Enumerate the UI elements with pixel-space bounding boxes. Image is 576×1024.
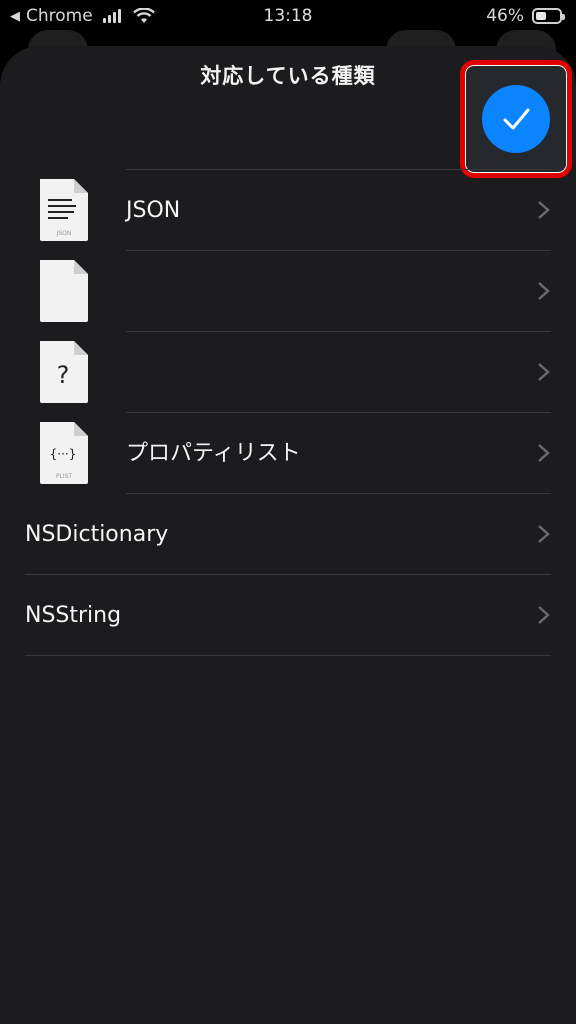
list-item-label: NSDictionary [25, 522, 169, 547]
unknown-file-icon: ? [40, 341, 88, 403]
chevron-right-icon [538, 606, 550, 624]
list-item-label: NSString [25, 603, 122, 628]
chevron-right-icon [538, 444, 550, 462]
plist-file-icon: {···} PLIST [40, 422, 88, 484]
blank-file-icon [40, 260, 88, 322]
plist-icon-glyph: {···} [50, 447, 77, 461]
chevron-right-icon [538, 525, 550, 543]
battery-percent: 46% [486, 6, 524, 26]
divider [25, 655, 551, 656]
json-icon-caption: JSON [56, 230, 72, 237]
list-item-nsdictionary[interactable]: NSDictionary [0, 494, 576, 575]
chevron-right-icon [538, 201, 550, 219]
list-item-property-list[interactable]: {···} PLIST プロパティリスト [0, 413, 576, 494]
svg-text:?: ? [57, 361, 70, 389]
list-item-nsstring[interactable]: NSString [0, 575, 576, 656]
done-button-highlight [460, 60, 572, 178]
list-item-label: JSON [126, 198, 181, 223]
status-bar: ◀ Chrome 13:18 46% [0, 0, 576, 34]
list-item-unknown-file[interactable]: ? [0, 332, 576, 413]
battery-status: 46% [486, 6, 565, 26]
battery-icon [532, 8, 565, 24]
json-file-icon: JSON [40, 179, 88, 241]
chevron-right-icon [538, 363, 550, 381]
list-item-json[interactable]: JSON JSON [0, 170, 576, 251]
chevron-right-icon [538, 282, 550, 300]
checkmark-icon [503, 108, 530, 130]
plist-icon-caption: PLIST [56, 473, 73, 480]
list-item-label: プロパティリスト [126, 441, 301, 466]
done-button[interactable] [482, 85, 550, 153]
list-item-blank-file[interactable] [0, 251, 576, 332]
